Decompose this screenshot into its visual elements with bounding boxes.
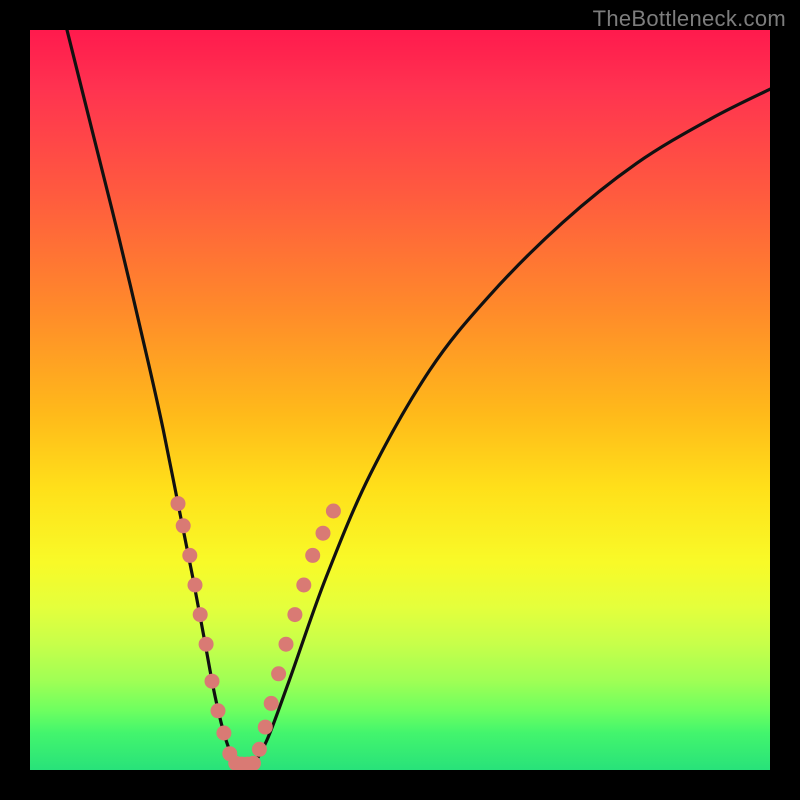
bottleneck-curve [67,30,770,767]
data-marker [264,696,279,711]
data-marker [176,518,191,533]
data-marker [305,548,320,563]
data-marker [252,742,267,757]
data-markers [171,496,341,770]
data-marker [296,578,311,593]
data-marker [211,703,226,718]
data-marker [171,496,186,511]
bottleneck-chart [30,30,770,770]
data-marker [316,526,331,541]
data-marker [205,674,220,689]
data-marker [279,637,294,652]
plot-area [30,30,770,770]
data-marker [326,504,341,519]
data-marker [216,726,231,741]
watermark-text: TheBottleneck.com [593,6,786,32]
data-marker [258,720,273,735]
data-marker [287,607,302,622]
data-marker [193,607,208,622]
data-marker [199,637,214,652]
data-marker [188,578,203,593]
frame: TheBottleneck.com [0,0,800,800]
data-marker [271,666,286,681]
data-marker [182,548,197,563]
